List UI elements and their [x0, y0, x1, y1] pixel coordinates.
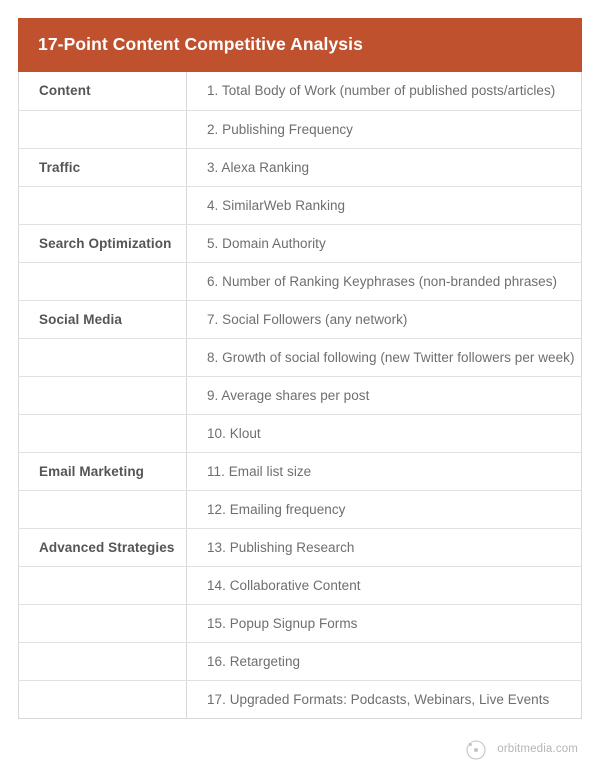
item-cell: 5. Domain Authority [186, 224, 582, 263]
table-row: 15. Popup Signup Forms [18, 604, 582, 643]
category-cell: Email Marketing [18, 452, 187, 491]
table-row: 12. Emailing frequency [18, 490, 582, 529]
table-row: 14. Collaborative Content [18, 566, 582, 605]
category-cell [18, 566, 187, 605]
infographic-page: 17-Point Content Competitive Analysis Co… [0, 0, 600, 780]
category-cell [18, 186, 187, 225]
item-cell: 4. SimilarWeb Ranking [186, 186, 582, 225]
item-cell: 14. Collaborative Content [186, 566, 582, 605]
table-row: 6. Number of Ranking Keyphrases (non-bra… [18, 262, 582, 301]
analysis-card: 17-Point Content Competitive Analysis Co… [18, 18, 582, 719]
item-cell: 15. Popup Signup Forms [186, 604, 582, 643]
footer-branding: orbitmedia.com [18, 735, 582, 765]
item-cell: 10. Klout [186, 414, 582, 453]
category-cell [18, 642, 187, 681]
table-row: Advanced Strategies 13. Publishing Resea… [18, 528, 582, 567]
category-cell [18, 490, 187, 529]
item-cell: 11. Email list size [186, 452, 582, 491]
item-cell: 12. Emailing frequency [186, 490, 582, 529]
table-row: Search Optimization 5. Domain Authority [18, 224, 582, 263]
page-title: 17-Point Content Competitive Analysis [38, 34, 363, 55]
category-cell: Content [18, 72, 187, 111]
category-cell [18, 262, 187, 301]
table-row: 10. Klout [18, 414, 582, 453]
item-cell: 7. Social Followers (any network) [186, 300, 582, 339]
table-row: 9. Average shares per post [18, 376, 582, 415]
table-row: 16. Retargeting [18, 642, 582, 681]
table-row: 4. SimilarWeb Ranking [18, 186, 582, 225]
category-cell: Traffic [18, 148, 187, 187]
category-cell: Search Optimization [18, 224, 187, 263]
table-row: Traffic 3. Alexa Ranking [18, 148, 582, 187]
category-cell: Advanced Strategies [18, 528, 187, 567]
table-row: Social Media 7. Social Followers (any ne… [18, 300, 582, 339]
table-row: 8. Growth of social following (new Twitt… [18, 338, 582, 377]
category-cell [18, 604, 187, 643]
table-row: 2. Publishing Frequency [18, 110, 582, 149]
item-cell: 9. Average shares per post [186, 376, 582, 415]
category-cell [18, 680, 187, 718]
category-cell [18, 376, 187, 415]
card-header: 17-Point Content Competitive Analysis [18, 18, 582, 72]
item-cell: 16. Retargeting [186, 642, 582, 681]
site-url-label: orbitmedia.com [497, 743, 578, 756]
item-cell: 8. Growth of social following (new Twitt… [186, 338, 582, 377]
table-row: Content 1. Total Body of Work (number of… [18, 72, 582, 111]
category-cell: Social Media [18, 300, 187, 339]
table-row: Email Marketing 11. Email list size [18, 452, 582, 491]
category-cell [18, 110, 187, 149]
item-cell: 6. Number of Ranking Keyphrases (non-bra… [186, 262, 582, 301]
table-body: Content 1. Total Body of Work (number of… [18, 72, 582, 718]
category-cell [18, 414, 187, 453]
item-cell: 2. Publishing Frequency [186, 110, 582, 149]
item-cell: 1. Total Body of Work (number of publish… [186, 72, 582, 111]
orbit-logo-icon [464, 738, 488, 762]
category-cell [18, 338, 187, 377]
item-cell: 3. Alexa Ranking [186, 148, 582, 187]
checklist-table: Content 1. Total Body of Work (number of… [18, 72, 582, 719]
item-cell: 17. Upgraded Formats: Podcasts, Webinars… [207, 691, 550, 707]
table-row: 17. Upgraded Formats: Podcasts, Webinars… [18, 680, 582, 718]
item-cell: 13. Publishing Research [186, 528, 582, 567]
